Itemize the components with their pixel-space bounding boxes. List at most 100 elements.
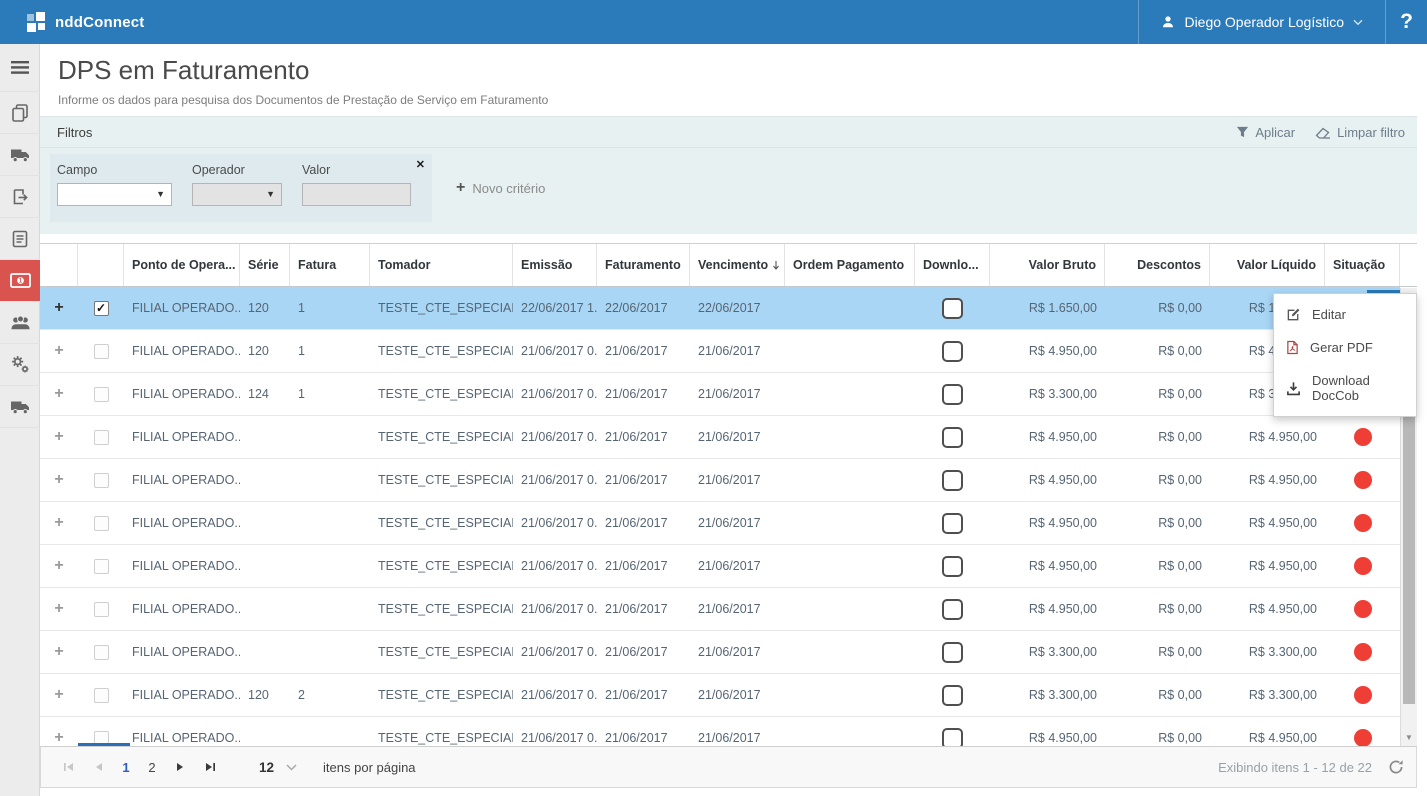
help-button[interactable]: ? xyxy=(1385,0,1427,44)
column-header-serie[interactable]: Série xyxy=(240,244,290,286)
table-row[interactable]: +FILIAL OPERADO...TESTE_CTE_ESPECIAL_S..… xyxy=(40,588,1400,631)
row-checkbox[interactable] xyxy=(94,516,109,531)
expand-row-button[interactable]: + xyxy=(54,385,63,403)
expand-row-button[interactable]: + xyxy=(54,686,63,704)
clear-filter-button[interactable]: Limpar filtro xyxy=(1315,125,1405,140)
expand-row-button[interactable]: + xyxy=(54,428,63,446)
row-checkbox[interactable] xyxy=(94,645,109,660)
next-page-button[interactable] xyxy=(165,746,195,788)
first-page-button[interactable] xyxy=(53,746,83,788)
row-checkbox[interactable]: ✓ xyxy=(94,301,109,316)
expand-row-button[interactable]: + xyxy=(54,600,63,618)
cell-ordem xyxy=(785,502,915,544)
refresh-button[interactable] xyxy=(1388,759,1404,775)
row-checkbox[interactable] xyxy=(94,559,109,574)
previous-page-button[interactable] xyxy=(83,746,113,788)
campo-select[interactable]: ▼ xyxy=(57,183,172,206)
cell-emissao: 21/06/2017 0... xyxy=(513,674,597,716)
table-row[interactable]: +FILIAL OPERADO...TESTE_CTE_ESPECIAL_S..… xyxy=(40,545,1400,588)
column-header-emissao[interactable]: Emissão xyxy=(513,244,597,286)
table-row[interactable]: +FILIAL OPERADO...TESTE_CTE_ESPECIAL_S..… xyxy=(40,502,1400,545)
column-header-faturamento[interactable]: Faturamento xyxy=(597,244,690,286)
table-row[interactable]: +FILIAL OPERADO...1202TESTE_CTE_ESPECIAL… xyxy=(40,674,1400,717)
sidebar-item-transport[interactable] xyxy=(0,134,40,176)
expand-row-button[interactable]: + xyxy=(54,557,63,575)
row-checkbox[interactable] xyxy=(94,387,109,402)
expand-row-button[interactable]: + xyxy=(54,299,63,317)
download-checkbox[interactable] xyxy=(942,728,963,747)
last-page-button[interactable] xyxy=(195,746,225,788)
cell-valor_liquido: R$ 4.950,00 xyxy=(1210,717,1325,746)
apply-filter-button[interactable]: Aplicar xyxy=(1236,125,1295,140)
column-header-ponto[interactable]: Ponto de Opera... xyxy=(124,244,240,286)
user-menu[interactable]: Diego Operador Logístico xyxy=(1138,0,1385,44)
column-header-fatura[interactable]: Fatura xyxy=(290,244,370,286)
sidebar-item-documents[interactable] xyxy=(0,92,40,134)
column-header-download[interactable]: Downlo... xyxy=(915,244,990,286)
sidebar-item-document[interactable] xyxy=(0,218,40,260)
cell-valor_bruto: R$ 4.950,00 xyxy=(990,717,1105,746)
download-checkbox[interactable] xyxy=(942,341,963,362)
cell-vencimento: 21/06/2017 xyxy=(690,545,785,587)
row-checkbox[interactable] xyxy=(94,688,109,703)
context-menu-item-download-doccob[interactable]: Download DocCob xyxy=(1274,364,1416,412)
expand-row-button[interactable]: + xyxy=(54,643,63,661)
status-indicator xyxy=(1354,686,1372,704)
column-header-valor_bruto[interactable]: Valor Bruto xyxy=(990,244,1105,286)
table-row[interactable]: +FILIAL OPERADO...1241TESTE_CTE_ESPECIAL… xyxy=(40,373,1400,416)
column-header-ordem[interactable]: Ordem Pagamento xyxy=(785,244,915,286)
sidebar-item-menu-toggle[interactable] xyxy=(0,44,40,92)
download-checkbox[interactable] xyxy=(942,556,963,577)
row-checkbox[interactable] xyxy=(94,344,109,359)
novo-criterio-button[interactable]: + Novo critério xyxy=(456,179,545,197)
context-menu-item-gerar-pdf[interactable]: Gerar PDF xyxy=(1274,331,1416,364)
column-header-vencimento[interactable]: Vencimento xyxy=(690,244,785,286)
page-number-2[interactable]: 2 xyxy=(139,760,165,775)
expand-row-button[interactable]: + xyxy=(54,514,63,532)
table-row[interactable]: +FILIAL OPERADO...TESTE_CTE_ESPECIAL_S..… xyxy=(40,416,1400,459)
expand-row-button[interactable]: + xyxy=(54,471,63,489)
app-logo[interactable]: nddConnect xyxy=(0,12,145,32)
column-header-tomador[interactable]: Tomador xyxy=(370,244,513,286)
page-size-dropdown[interactable]: 12 xyxy=(259,760,297,775)
download-checkbox[interactable] xyxy=(942,642,963,663)
page-number-1[interactable]: 1 xyxy=(113,760,139,775)
sidebar-item-users[interactable] xyxy=(0,302,40,344)
download-checkbox[interactable] xyxy=(942,685,963,706)
cell-valor_liquido: R$ 3.300,00 xyxy=(1210,674,1325,716)
download-checkbox[interactable] xyxy=(942,470,963,491)
download-checkbox[interactable] xyxy=(942,384,963,405)
table-row[interactable]: +FILIAL OPERADO...TESTE_CTE_ESPECIAL_S..… xyxy=(40,631,1400,674)
download-checkbox[interactable] xyxy=(942,599,963,620)
expand-row-button[interactable]: + xyxy=(54,729,63,746)
remove-criterion-button[interactable]: ✕ xyxy=(416,158,425,171)
row-checkbox[interactable] xyxy=(94,602,109,617)
table-row[interactable]: +✓FILIAL OPERADO...1201TESTE_CTE_ESPECIA… xyxy=(40,287,1400,330)
download-checkbox[interactable] xyxy=(942,513,963,534)
column-header-expand[interactable] xyxy=(40,244,78,286)
column-header-label: Vencimento xyxy=(698,258,768,272)
table-row[interactable]: +FILIAL OPERADO...TESTE_CTE_ESPECIAL_S..… xyxy=(40,717,1400,746)
row-checkbox[interactable] xyxy=(94,473,109,488)
scroll-down-arrow[interactable]: ▼ xyxy=(1401,729,1417,745)
download-checkbox[interactable] xyxy=(942,427,963,448)
cell-descontos: R$ 0,00 xyxy=(1105,330,1210,372)
expand-row-button[interactable]: + xyxy=(54,342,63,360)
cell-ordem xyxy=(785,459,915,501)
operador-select[interactable]: ▼ xyxy=(192,183,282,206)
column-header-valor_liquido[interactable]: Valor Líquido xyxy=(1210,244,1325,286)
column-header-situacao[interactable]: Situação xyxy=(1325,244,1400,286)
valor-input[interactable] xyxy=(302,183,411,206)
sidebar-item-fleet[interactable] xyxy=(0,386,40,428)
column-header-select[interactable] xyxy=(78,244,124,286)
download-checkbox[interactable] xyxy=(942,298,963,319)
sidebar-item-export[interactable] xyxy=(0,176,40,218)
row-checkbox[interactable] xyxy=(94,430,109,445)
context-menu-item-editar[interactable]: Editar xyxy=(1274,298,1416,331)
sidebar-item-billing[interactable]: 1 xyxy=(0,260,40,302)
table-row[interactable]: +FILIAL OPERADO...TESTE_CTE_ESPECIAL_S..… xyxy=(40,459,1400,502)
table-row[interactable]: +FILIAL OPERADO...1201TESTE_CTE_ESPECIAL… xyxy=(40,330,1400,373)
sidebar-item-settings[interactable] xyxy=(0,344,40,386)
cell-valor_liquido: R$ 4.950,00 xyxy=(1210,416,1325,458)
column-header-descontos[interactable]: Descontos xyxy=(1105,244,1210,286)
